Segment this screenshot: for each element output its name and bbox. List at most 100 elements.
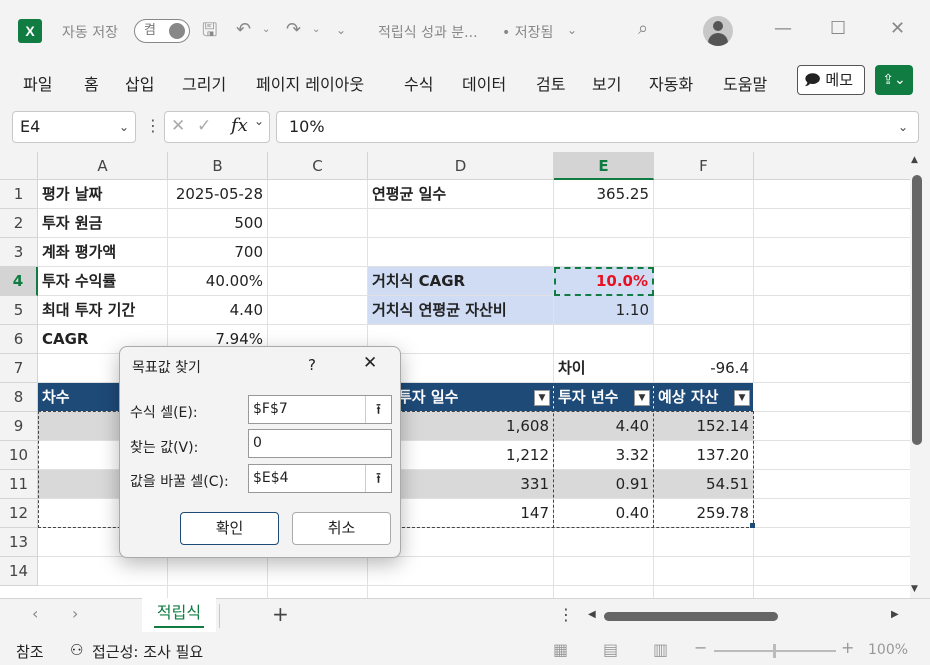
fx-dropdown-icon[interactable]: ⌄: [254, 114, 264, 128]
row-header-6[interactable]: 6: [0, 325, 38, 354]
menu-review[interactable]: 검토: [536, 71, 565, 95]
account-avatar[interactable]: [703, 16, 733, 46]
page-break-view-icon[interactable]: ▥: [653, 640, 668, 659]
cell-e4-selected[interactable]: 10.0%: [554, 267, 654, 296]
cell-f10[interactable]: 137.20: [654, 441, 754, 470]
column-header-f[interactable]: F: [654, 152, 754, 180]
document-title[interactable]: 적립식 성과 분...: [378, 22, 478, 42]
save-status[interactable]: • 저장됨: [502, 22, 553, 42]
row-header-7[interactable]: 7: [0, 354, 38, 383]
cell-a4[interactable]: 투자 수익률: [38, 267, 168, 296]
sheet-options-icon[interactable]: ⋮: [558, 605, 574, 624]
customize-quick-access-icon[interactable]: ⌄: [336, 18, 346, 42]
confirm-entry-icon[interactable]: ✓: [197, 116, 211, 136]
filter-dropdown-icon[interactable]: ▼: [534, 390, 550, 406]
menu-help[interactable]: 도움말: [723, 71, 767, 95]
menu-draw[interactable]: 그리기: [182, 71, 226, 95]
vertical-scroll-thumb[interactable]: [912, 175, 922, 445]
autosave-toggle[interactable]: 켬: [134, 19, 190, 43]
redo-dropdown-icon[interactable]: ⌄: [312, 18, 320, 42]
prev-sheet-icon[interactable]: ‹: [32, 604, 38, 623]
normal-view-icon[interactable]: ▦: [553, 640, 568, 659]
column-header-a[interactable]: A: [38, 152, 168, 180]
name-box-dropdown-icon[interactable]: ⌄: [119, 112, 129, 142]
row-header-9[interactable]: 9: [0, 412, 38, 441]
cancel-entry-icon[interactable]: ✕: [171, 116, 185, 136]
cell-f9[interactable]: 152.14: [654, 412, 754, 441]
column-header-b[interactable]: B: [168, 152, 268, 180]
menu-automate[interactable]: 자동화: [649, 71, 693, 95]
next-sheet-icon[interactable]: ›: [72, 604, 78, 623]
select-all-corner[interactable]: [0, 152, 38, 180]
row-header-8[interactable]: 8: [0, 383, 38, 412]
scroll-up-icon[interactable]: ▲: [911, 155, 918, 165]
cell-e7[interactable]: 차이: [554, 354, 654, 383]
formula-input[interactable]: 10% ⌄: [276, 111, 919, 143]
row-header-12[interactable]: 12: [0, 499, 38, 528]
cell-a2[interactable]: 투자 원금: [38, 209, 168, 238]
expand-formula-icon[interactable]: ⌄: [898, 112, 908, 142]
accessibility-status[interactable]: 접근성: 조사 필요: [92, 641, 203, 662]
cell-e10[interactable]: 3.32: [554, 441, 654, 470]
menu-data[interactable]: 데이터: [462, 71, 506, 95]
zoom-in-icon[interactable]: +: [841, 638, 854, 657]
help-icon[interactable]: ?: [308, 356, 316, 374]
to-value-input[interactable]: 0: [248, 429, 392, 458]
menu-home[interactable]: 홈: [84, 71, 99, 95]
maximize-icon[interactable]: ☐: [830, 17, 846, 41]
menu-insert[interactable]: 삽입: [125, 71, 154, 95]
cell-a1[interactable]: 평가 날짜: [38, 180, 168, 209]
name-box[interactable]: E4 ⌄: [12, 111, 136, 143]
scroll-right-icon[interactable]: ▶: [891, 609, 899, 620]
column-header-c[interactable]: C: [268, 152, 368, 180]
cell-f12[interactable]: 259.78: [654, 499, 754, 528]
cancel-button[interactable]: 취소: [292, 512, 391, 545]
ok-button[interactable]: 확인: [180, 512, 279, 545]
table-header-years[interactable]: 투자 년수 ▼: [554, 383, 654, 412]
row-header-14[interactable]: 14: [0, 557, 38, 586]
row-header-5[interactable]: 5: [0, 296, 38, 325]
cell-e1[interactable]: 365.25: [554, 180, 654, 209]
save-status-chevron-icon[interactable]: ⌄: [567, 18, 577, 42]
filter-dropdown-icon[interactable]: ▼: [634, 390, 650, 406]
filter-dropdown-icon[interactable]: ▼: [734, 390, 750, 406]
undo-dropdown-icon[interactable]: ⌄: [262, 18, 270, 42]
cell-e12[interactable]: 0.40: [554, 499, 654, 528]
cell-b2[interactable]: 500: [168, 209, 268, 238]
row-header-11[interactable]: 11: [0, 470, 38, 499]
cell-d4[interactable]: 거치식 CAGR: [368, 267, 554, 296]
collapse-dialog-icon[interactable]: ⭱: [365, 465, 391, 492]
save-icon[interactable]: 🖫: [202, 19, 217, 43]
menu-view[interactable]: 보기: [592, 71, 621, 95]
undo-icon[interactable]: ↶: [236, 18, 251, 42]
minimize-icon[interactable]: —: [774, 17, 792, 41]
row-header-4[interactable]: 4: [0, 267, 38, 296]
page-layout-view-icon[interactable]: ▤: [603, 640, 618, 659]
more-options-icon[interactable]: ⋮: [145, 116, 161, 135]
set-cell-input[interactable]: $F$7 ⭱: [248, 395, 392, 424]
column-header-d[interactable]: D: [368, 152, 554, 180]
cell-d1[interactable]: 연평균 일수: [368, 180, 554, 209]
dialog-close-icon[interactable]: ✕: [363, 353, 377, 373]
changing-cell-input[interactable]: $E$4 ⭱: [248, 464, 392, 493]
share-button[interactable]: ⇪⌄: [875, 65, 913, 95]
zoom-slider-thumb[interactable]: [773, 644, 776, 658]
row-header-10[interactable]: 10: [0, 441, 38, 470]
cell-e9[interactable]: 4.40: [554, 412, 654, 441]
cell-e11[interactable]: 0.91: [554, 470, 654, 499]
menu-file[interactable]: 파일: [23, 71, 52, 95]
scroll-left-icon[interactable]: ◀: [588, 609, 596, 620]
cell-a5[interactable]: 최대 투자 기간: [38, 296, 168, 325]
zoom-level[interactable]: 100%: [868, 642, 908, 658]
insert-function-icon[interactable]: fx: [231, 115, 248, 136]
horizontal-scroll-thumb[interactable]: [604, 612, 778, 621]
cell-b1[interactable]: 2025-05-28: [168, 180, 268, 209]
cell-d5[interactable]: 거치식 연평균 자산비: [368, 296, 554, 325]
cell-b3[interactable]: 700: [168, 238, 268, 267]
scroll-down-icon[interactable]: ▼: [911, 584, 918, 594]
cell-f7[interactable]: -96.4: [654, 354, 754, 383]
cell-e5[interactable]: 1.10: [554, 296, 654, 325]
add-sheet-icon[interactable]: +: [272, 602, 289, 626]
search-icon[interactable]: ⌕: [638, 17, 648, 41]
cell-b4[interactable]: 40.00%: [168, 267, 268, 296]
